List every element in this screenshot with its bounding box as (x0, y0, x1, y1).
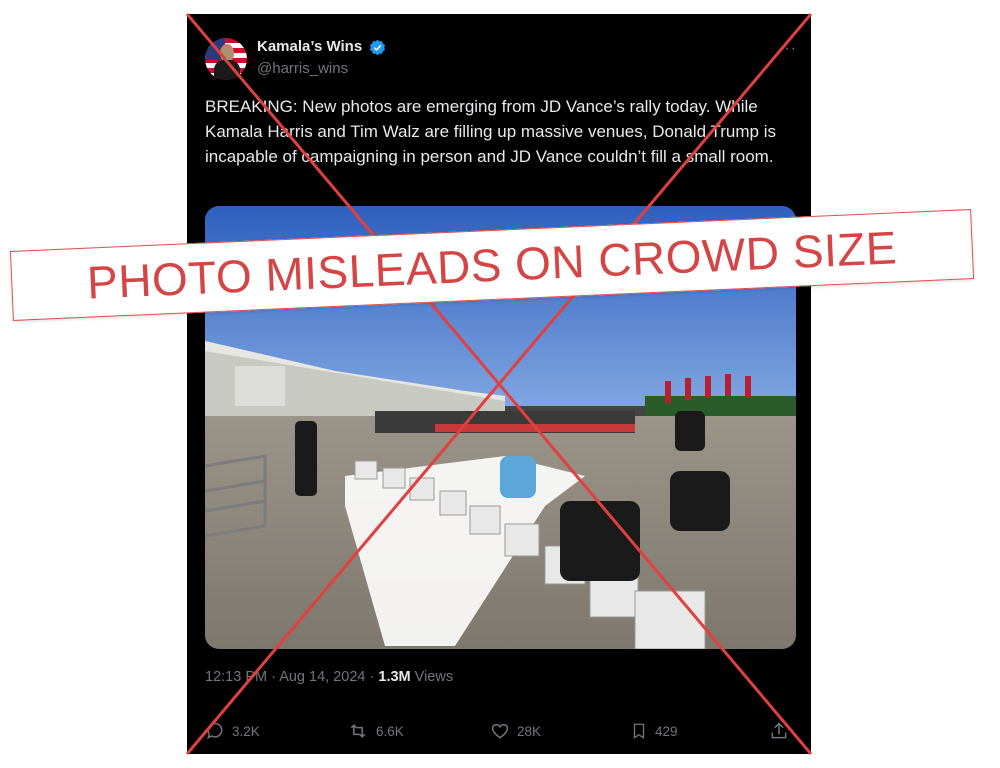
repost-count: 6.6K (376, 723, 404, 739)
author-avatar[interactable] (205, 38, 247, 80)
tweet-text: BREAKING: New photos are emerging from J… (205, 97, 776, 166)
repost-icon (350, 724, 366, 738)
author-name[interactable]: Kamala’s Wins (257, 38, 362, 55)
bookmark-button[interactable]: 429 (630, 718, 678, 744)
verified-badge-icon (369, 39, 386, 56)
reply-icon (207, 722, 223, 740)
share-icon (771, 722, 787, 739)
tweet-time[interactable]: 12:13 PM (205, 669, 267, 685)
author-handle[interactable]: @harris_wins (257, 60, 348, 77)
meta-separator: · (369, 669, 375, 685)
views-count: 1.3M (378, 669, 411, 685)
heart-icon (491, 723, 509, 739)
meta-separator: · (271, 669, 276, 685)
tweet-card: Kamala’s Wins @harris_wins ··· BREAKING:… (187, 14, 811, 754)
tweet-actions: 3.2K 6.6K 28K 429 (205, 718, 797, 744)
avatar-body (214, 60, 240, 80)
repost-button[interactable]: 6.6K (347, 718, 404, 744)
reply-button[interactable]: 3.2K (205, 718, 260, 744)
more-options-icon[interactable]: ··· (778, 40, 797, 58)
like-count: 28K (517, 723, 542, 739)
tweet-meta: 12:13 PM · Aug 14, 2024 · 1.3M Views (205, 669, 453, 685)
bookmark-count: 429 (655, 723, 678, 739)
like-button[interactable]: 28K (490, 718, 541, 744)
tweet-date[interactable]: Aug 14, 2024 (279, 669, 365, 685)
bookmark-icon (633, 723, 645, 740)
reply-count: 3.2K (232, 723, 260, 739)
views-label: Views (414, 669, 454, 685)
share-button[interactable] (769, 718, 796, 744)
